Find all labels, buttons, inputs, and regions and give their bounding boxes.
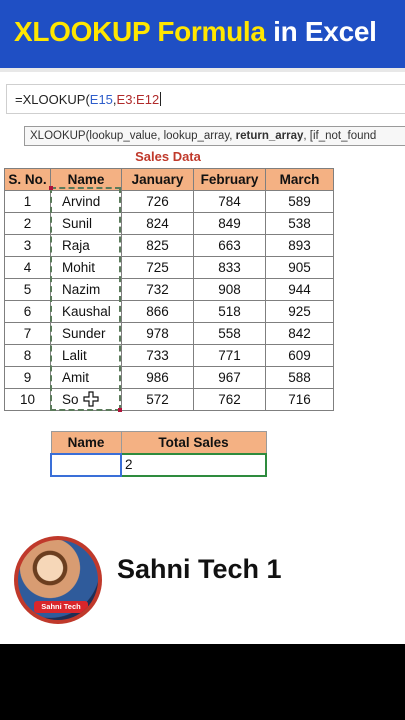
formula-ref-lookup-value: E15	[89, 92, 113, 107]
formula-input[interactable]: =XLOOKUP(E15,E3:E12	[15, 92, 162, 107]
table-row: 5 Nazim 732 908 944	[4, 278, 334, 301]
formula-prefix: =XLOOKUP(	[15, 92, 90, 107]
cell-march[interactable]: 944	[265, 278, 334, 301]
cell-sno[interactable]: 7	[4, 322, 51, 345]
cell-sno[interactable]: 10	[4, 388, 51, 411]
video-letterbox	[0, 644, 405, 720]
header-march[interactable]: March	[265, 168, 334, 191]
tooltip-current-arg: return_array	[235, 130, 304, 142]
cell-sno[interactable]: 2	[4, 212, 51, 235]
channel-avatar: Sahni Tech	[14, 536, 102, 624]
video-title-banner: XLOOKUP Formula in Excel	[0, 0, 405, 68]
cell-january[interactable]: 726	[121, 190, 194, 213]
cell-january[interactable]: 824	[121, 212, 194, 235]
cell-march[interactable]: 893	[265, 234, 334, 257]
table-row: 6 Kaushal 866 518 925	[4, 300, 334, 323]
lookup-name-cell[interactable]	[50, 452, 122, 477]
cell-january[interactable]: 986	[121, 366, 194, 389]
video-title: XLOOKUP Formula in Excel	[14, 16, 377, 48]
cell-january[interactable]: 978	[121, 322, 194, 345]
cell-february[interactable]: 833	[193, 256, 266, 279]
header-sno[interactable]: S. No.	[4, 168, 51, 191]
formula-bar[interactable]: =XLOOKUP(E15,E3:E12	[6, 84, 405, 114]
cell-january[interactable]: 572	[121, 388, 194, 411]
cell-sno[interactable]: 4	[4, 256, 51, 279]
cell-sno[interactable]: 6	[4, 300, 51, 323]
cell-march[interactable]: 716	[265, 388, 334, 411]
channel-name: Sahni Tech 1	[117, 554, 282, 584]
cell-sno[interactable]: 3	[4, 234, 51, 257]
cell-sno[interactable]: 5	[4, 278, 51, 301]
tooltip-signature-start: XLOOKUP(lookup_value, lookup_array,	[30, 130, 236, 142]
cell-name[interactable]: Amit	[50, 366, 122, 389]
cell-february[interactable]: 771	[193, 344, 266, 367]
cell-february[interactable]: 663	[193, 234, 266, 257]
cell-march[interactable]: 588	[265, 366, 334, 389]
header-january[interactable]: January	[121, 168, 194, 191]
cell-name[interactable]: Sunil	[50, 212, 122, 235]
channel-footer: Sahni Tech Sahni Tech 1	[0, 508, 405, 644]
cell-january[interactable]: 866	[121, 300, 194, 323]
cell-cursor-icon	[83, 391, 99, 407]
function-tooltip: XLOOKUP(lookup_value, lookup_array, retu…	[24, 126, 405, 146]
cell-name[interactable]: Lalit	[50, 344, 122, 367]
table-title-cell[interactable]: Sales Data	[120, 149, 216, 164]
table-row: 3 Raja 825 663 893	[4, 234, 334, 257]
cell-march[interactable]: 842	[265, 322, 334, 345]
cell-sno[interactable]: 8	[4, 344, 51, 367]
lookup-header-name[interactable]: Name	[50, 431, 122, 454]
header-february[interactable]: February	[193, 168, 266, 191]
ribbon-edge	[0, 68, 405, 72]
cell-february[interactable]: 784	[193, 190, 266, 213]
table-row: 10 So 572 762 716	[4, 388, 334, 411]
lookup-input-row: 2	[50, 452, 267, 477]
cell-january[interactable]: 725	[121, 256, 194, 279]
table-row: 1 Arvind 726 784 589	[4, 190, 334, 213]
text-caret	[160, 92, 162, 106]
table-row: 4 Mohit 725 833 905	[4, 256, 334, 279]
cell-january[interactable]: 825	[121, 234, 194, 257]
lookup-total-cell[interactable]: 2	[120, 452, 267, 477]
cell-january[interactable]: 733	[121, 344, 194, 367]
lookup-header-total[interactable]: Total Sales	[120, 431, 267, 454]
cell-february[interactable]: 518	[193, 300, 266, 323]
avatar-badge: Sahni Tech	[34, 601, 88, 613]
table-header-row: S. No. Name January February March	[4, 168, 334, 191]
tooltip-signature-end: , [if_not_found	[303, 130, 377, 142]
excel-worksheet: =XLOOKUP(E15,E3:E12 XLOOKUP(lookup_value…	[0, 68, 405, 508]
video-title-highlight: XLOOKUP Formula	[14, 16, 266, 47]
cell-name[interactable]: Kaushal	[50, 300, 122, 323]
cell-march[interactable]: 589	[265, 190, 334, 213]
lookup-header-row: Name Total Sales	[50, 431, 267, 454]
cell-march[interactable]: 905	[265, 256, 334, 279]
cell-sno[interactable]: 9	[4, 366, 51, 389]
cell-name[interactable]: Mohit	[50, 256, 122, 279]
cell-february[interactable]: 908	[193, 278, 266, 301]
avatar-photo: Sahni Tech	[18, 540, 98, 620]
table-row: 8 Lalit 733 771 609	[4, 344, 334, 367]
cell-name[interactable]: Sunder	[50, 322, 122, 345]
cell-january[interactable]: 732	[121, 278, 194, 301]
header-name[interactable]: Name	[50, 168, 122, 191]
cell-february[interactable]: 849	[193, 212, 266, 235]
cell-february[interactable]: 967	[193, 366, 266, 389]
cell-march[interactable]: 609	[265, 344, 334, 367]
cell-name[interactable]: Raja	[50, 234, 122, 257]
sales-data-table: S. No. Name January February March 1 Arv…	[4, 168, 334, 411]
table-row: 2 Sunil 824 849 538	[4, 212, 334, 235]
cell-name[interactable]: Arvind	[50, 190, 122, 213]
cell-march[interactable]: 538	[265, 212, 334, 235]
video-title-rest: in Excel	[273, 16, 377, 47]
cell-february[interactable]: 558	[193, 322, 266, 345]
cell-february[interactable]: 762	[193, 388, 266, 411]
table-row: 9 Amit 986 967 588	[4, 366, 334, 389]
lookup-result-table: Name Total Sales 2	[50, 431, 267, 477]
formula-ref-lookup-array: E3:E12	[116, 92, 160, 107]
cell-name[interactable]: Nazim	[50, 278, 122, 301]
table-row: 7 Sunder 978 558 842	[4, 322, 334, 345]
cell-march[interactable]: 925	[265, 300, 334, 323]
cell-sno[interactable]: 1	[4, 190, 51, 213]
